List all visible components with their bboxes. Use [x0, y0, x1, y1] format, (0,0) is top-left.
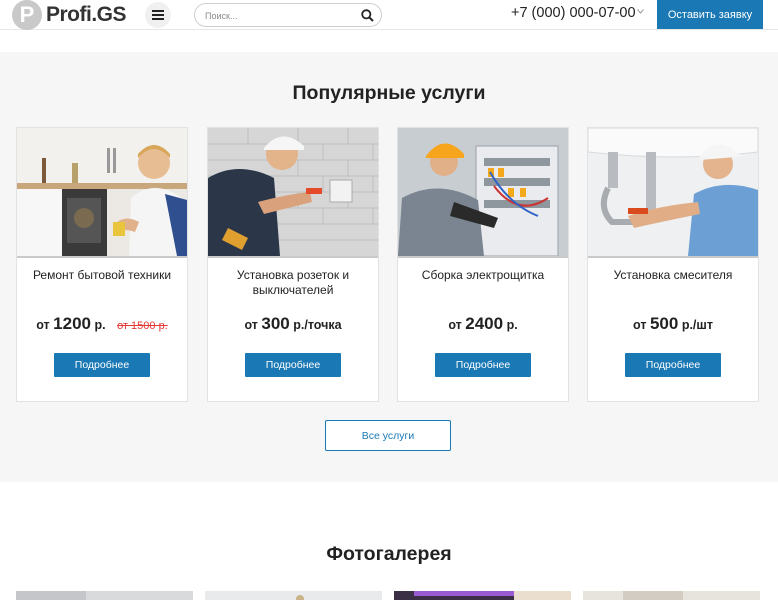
details-button[interactable]: Подробнее: [435, 353, 531, 377]
chevron-down-icon[interactable]: [637, 9, 644, 14]
service-image[interactable]: [588, 128, 758, 256]
search-box: [194, 3, 382, 27]
gallery-thumbnail[interactable]: [583, 589, 760, 600]
search-input[interactable]: [205, 8, 355, 23]
old-price: от 1500 р.: [117, 320, 168, 332]
price-suffix: р.: [506, 318, 518, 332]
service-price: от 500 р./шт: [588, 314, 758, 334]
gallery-thumbnail[interactable]: [205, 589, 382, 600]
price-amount: 2400: [465, 314, 504, 333]
site-header: P Profi.GS +7 (000) 000-07-00 Оставить з…: [0, 0, 778, 30]
details-button[interactable]: Подробнее: [54, 353, 150, 377]
divider: [17, 256, 187, 258]
price-suffix: р.: [94, 318, 106, 332]
service-image[interactable]: [398, 128, 568, 256]
divider: [398, 256, 568, 258]
price-prefix: от: [448, 318, 462, 332]
section-title: Популярные услуги: [292, 82, 486, 104]
gallery-thumbnail[interactable]: [394, 589, 571, 600]
service-image[interactable]: [208, 128, 378, 256]
details-button[interactable]: Подробнее: [625, 353, 721, 377]
popular-services-section: Популярные услуги Ремонт бытовой техники…: [0, 52, 778, 482]
price-amount: 300: [261, 314, 290, 333]
logo-icon: P: [12, 0, 42, 30]
service-name: Ремонт бытовой техники: [32, 268, 172, 282]
phone-number[interactable]: +7 (000) 000-07-00: [511, 5, 636, 21]
logo[interactable]: P Profi.GS: [12, 0, 127, 30]
service-name: Сборка электрощитка: [421, 268, 545, 282]
service-name: Установка смесителя: [613, 268, 733, 282]
service-price: от 300 р./точка: [208, 314, 378, 334]
service-image[interactable]: [17, 128, 187, 256]
price-amount: 500: [649, 314, 679, 333]
logo-text: Profi.GS: [46, 3, 127, 26]
service-price: от 1200 р. от 1500 р.: [17, 314, 187, 334]
request-button[interactable]: Оставить заявку: [657, 0, 763, 29]
service-card: Установка розеток и выключателей от 300 …: [207, 127, 379, 402]
gallery-title: Фотогалерея: [326, 543, 452, 565]
search-icon[interactable]: [361, 9, 374, 22]
all-services-button[interactable]: Все услуги: [325, 420, 451, 451]
divider: [588, 256, 758, 258]
price-amount: 1200: [53, 314, 91, 333]
price-suffix: р./шт: [681, 318, 713, 332]
details-button[interactable]: Подробнее: [245, 353, 341, 377]
price-prefix: от: [633, 318, 647, 332]
gallery-thumbnail[interactable]: [16, 589, 193, 600]
divider: [208, 256, 378, 258]
service-price: от 2400 р.: [398, 314, 568, 334]
price-suffix: р./точка: [293, 318, 342, 332]
price-prefix: от: [244, 318, 258, 332]
service-card: Установка смесителя от 500 р./шт Подробн…: [587, 127, 759, 402]
service-name: Установка розеток и выключателей: [236, 268, 350, 297]
menu-button[interactable]: [145, 2, 171, 28]
menu-icon: [152, 10, 164, 20]
service-card: Сборка электрощитка от 2400 р. Подробнее: [397, 127, 569, 402]
service-card: Ремонт бытовой техники от 1200 р. от 150…: [16, 127, 188, 402]
price-prefix: от: [36, 318, 50, 332]
